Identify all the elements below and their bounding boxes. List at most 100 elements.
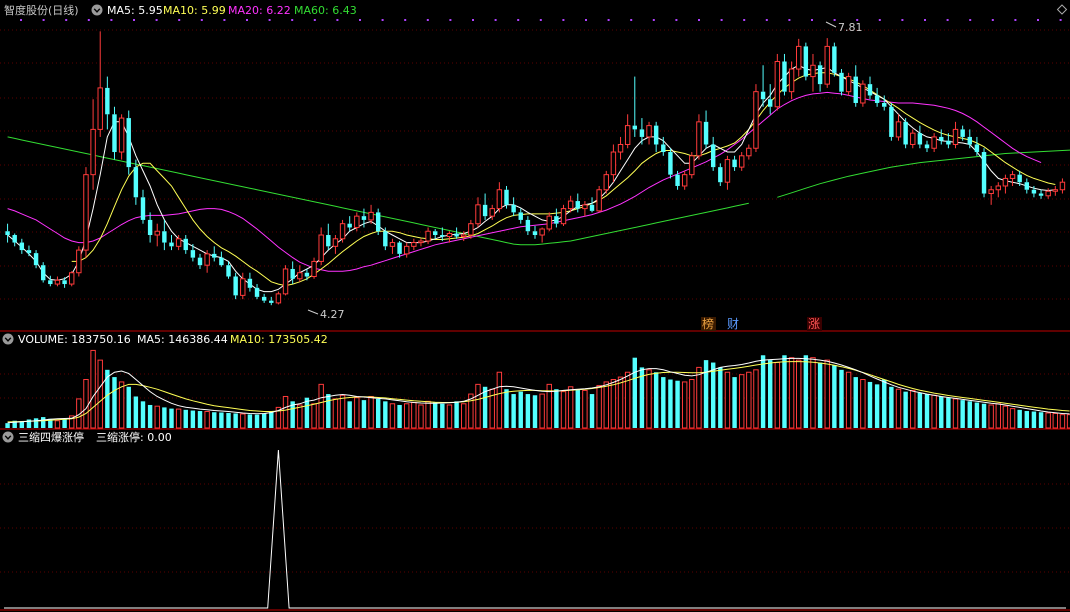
ma5-label: MA5: 5.95 [107,4,163,17]
candle-body [54,279,61,285]
candle [560,204,567,226]
candle [261,293,267,303]
volume-bar [482,386,488,428]
candle-body [511,204,516,213]
candle-body [917,133,923,145]
candle [910,129,916,149]
settings-diamond[interactable] [1056,4,1068,15]
top-dot [652,19,655,21]
collapse-toggle-indicator[interactable] [2,431,14,443]
event-marker-bang[interactable]: 榜 [701,316,716,331]
top-dot [494,19,497,21]
top-dot [449,19,452,21]
volume-bar [54,420,61,429]
candle-body [575,201,580,209]
indicator-title: 三缩四爆涨停 [18,430,84,444]
volume-bar [689,379,695,429]
volume-bar [939,396,944,428]
candle [632,76,637,137]
candle-body [233,276,238,296]
candle [97,31,103,137]
volume-bar [496,371,503,429]
candle-body [496,189,503,210]
candle [5,223,10,243]
event-markers[interactable]: 榜 财 涨 [701,316,822,331]
indicator-header: 三缩四爆涨停 三缩涨停: 0.00 [2,430,172,444]
candle [738,152,745,171]
candle [860,80,866,107]
candle-body [681,174,688,187]
top-dot [268,19,271,21]
volume-bar [1031,411,1037,428]
volume-bar [931,394,937,429]
top-marker-dots [20,19,1062,21]
diamond-icon[interactable] [1056,4,1068,15]
indicator-grid [0,483,1070,573]
top-dot [991,19,994,21]
volume-bar [839,369,844,428]
top-dot [901,19,904,21]
stock-chart[interactable]: 智度股份(日线) MA5: 5.95 MA10: 5.99 MA20: 6.22… [0,0,1070,612]
candle [1009,170,1016,186]
candle [518,208,523,224]
event-marker-cai[interactable]: 财 [727,317,739,331]
ma10-line [71,72,1056,287]
chevron-down-icon[interactable] [2,431,14,443]
top-dot [381,19,384,21]
event-marker-zhang[interactable]: 涨 [807,316,822,331]
volume-bar [610,379,617,429]
candle [254,284,260,300]
volume-bar [575,389,580,428]
top-dot [924,19,926,21]
candle-body [853,76,858,103]
candle-body [988,189,994,195]
volume-bar [681,381,688,429]
candle [54,276,61,287]
candle-body [261,296,267,301]
candle-body [874,95,880,103]
candle [26,245,32,257]
candle [889,102,894,141]
volume-bar [1009,408,1016,429]
volume-bar [760,355,766,428]
volume-bar [952,398,959,429]
top-dot [426,19,429,21]
candle-body [732,159,737,168]
volume-bar [967,401,972,428]
candle [269,296,274,306]
stock-title: 智度股份(日线) [4,3,79,17]
candle-body [724,159,731,183]
indicator-line [4,449,1066,609]
chevron-down-icon[interactable] [91,4,103,16]
volume-bar [326,394,331,428]
volume-bar [860,379,866,429]
collapse-toggle-main[interactable] [91,4,103,16]
candle [433,228,438,239]
candle [247,272,253,292]
candle [162,219,167,251]
volume-bar [832,364,837,428]
volume-bar [339,394,346,429]
candle-body [882,102,887,107]
volume-bar [603,381,609,429]
volume-bar [867,381,873,428]
volume-bar [560,391,567,429]
candle [212,246,217,262]
candle-body [632,125,637,130]
candle-body [240,278,246,296]
candlesticks[interactable] [5,31,1066,306]
chevron-down-icon[interactable] [2,333,14,345]
volume-bar [703,360,709,428]
volume-bar [946,397,951,428]
collapse-toggle-volume[interactable] [2,333,14,345]
candle-body [1017,174,1022,183]
top-dot [969,19,972,21]
candle [169,235,174,251]
candle-body [646,125,652,138]
top-dot [200,19,203,21]
volume-bars[interactable] [5,349,1070,429]
volume-bar [718,367,723,428]
candle [496,182,503,213]
indicator-spike-line [4,449,1066,609]
candle [147,212,153,243]
